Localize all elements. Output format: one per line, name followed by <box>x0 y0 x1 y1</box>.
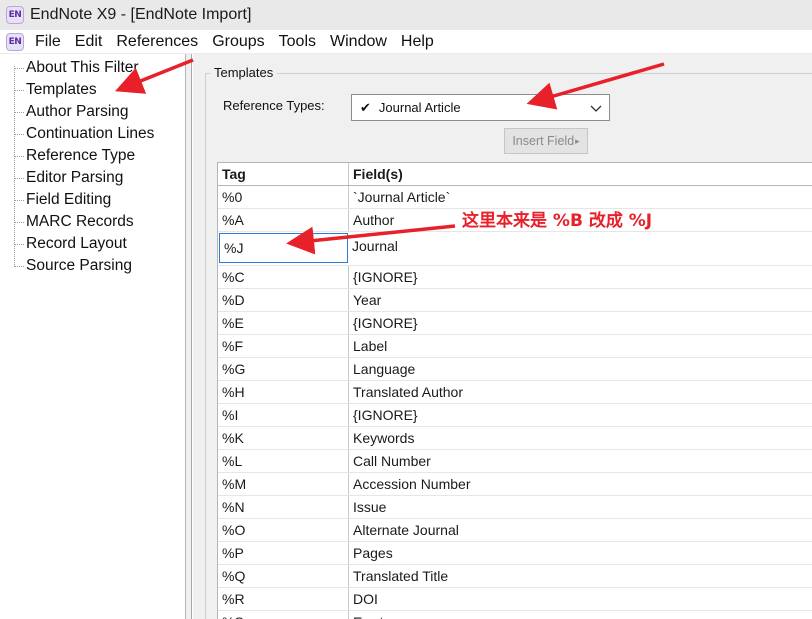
insert-field-arrow-icon: ▸ <box>575 135 580 146</box>
column-header-tag[interactable]: Tag <box>218 163 349 185</box>
tree-item-templates[interactable]: Templates <box>14 79 97 101</box>
table-row-editing: %J Journal <box>218 232 812 266</box>
tag-cell[interactable]: %I <box>218 404 349 426</box>
table-row: %M Accession Number <box>218 473 812 496</box>
table-row: %Q Translated Title <box>218 565 812 588</box>
annotation-note: 这里本来是 %B 改成 %J <box>462 211 653 231</box>
table-row: %E {IGNORE} <box>218 312 812 335</box>
tag-cell[interactable]: %O <box>218 519 349 541</box>
insert-field-button[interactable]: Insert Field ▸ <box>504 128 588 154</box>
field-cell[interactable]: Errata <box>349 611 812 619</box>
table-row: %D Year <box>218 289 812 312</box>
tree-item-continuation-lines[interactable]: Continuation Lines <box>14 123 154 145</box>
tag-cell[interactable]: %F <box>218 335 349 357</box>
field-cell[interactable]: Accession Number <box>349 473 812 495</box>
menu-file[interactable]: File <box>28 33 68 51</box>
endnote-menu-icon[interactable]: EN <box>6 32 24 51</box>
field-cell[interactable]: {IGNORE} <box>349 404 812 426</box>
grid-header: Tag Field(s) <box>218 163 812 186</box>
table-row: %G Language <box>218 358 812 381</box>
menu-window[interactable]: Window <box>323 33 394 51</box>
menu-edit[interactable]: Edit <box>68 33 110 51</box>
menu-groups[interactable]: Groups <box>205 33 271 51</box>
field-cell[interactable]: Translated Title <box>349 565 812 587</box>
tree-item-field-editing[interactable]: Field Editing <box>14 189 111 211</box>
tree-item-reference-type[interactable]: Reference Type <box>14 145 135 167</box>
table-row: %L Call Number <box>218 450 812 473</box>
field-cell[interactable]: Language <box>349 358 812 380</box>
menu-references[interactable]: References <box>109 33 205 51</box>
filter-section-tree: About This Filter Templates Author Parsi… <box>0 54 186 619</box>
tree-item-record-layout[interactable]: Record Layout <box>14 233 127 255</box>
checkmark-icon: ✔ <box>360 99 371 115</box>
reference-types-label: Reference Types: <box>223 98 325 113</box>
tree-item-source-parsing[interactable]: Source Parsing <box>14 255 132 277</box>
field-cell[interactable]: `Journal Article` <box>349 186 812 208</box>
endnote-app-icon: EN <box>6 6 24 24</box>
tag-cell[interactable]: %G <box>218 358 349 380</box>
tag-cell[interactable]: %M <box>218 473 349 495</box>
tag-cell[interactable]: %0 <box>218 186 349 208</box>
column-header-fields[interactable]: Field(s) <box>349 163 812 185</box>
tag-cell-edit-box[interactable]: %J <box>219 233 348 263</box>
tag-cell[interactable]: %L <box>218 450 349 472</box>
tag-cell[interactable]: %E <box>218 312 349 334</box>
table-row: %F Label <box>218 335 812 358</box>
field-cell[interactable]: Alternate Journal <box>349 519 812 541</box>
field-cell[interactable]: Year <box>349 289 812 311</box>
field-cell[interactable]: Issue <box>349 496 812 518</box>
field-cell[interactable]: {IGNORE} <box>349 312 812 334</box>
table-row: %O Alternate Journal <box>218 519 812 542</box>
tree-item-about-this-filter[interactable]: About This Filter <box>14 57 139 79</box>
menu-help[interactable]: Help <box>394 33 441 51</box>
field-cell[interactable]: Journal <box>348 232 812 265</box>
field-cell[interactable]: {IGNORE} <box>349 266 812 288</box>
tree-item-author-parsing[interactable]: Author Parsing <box>14 101 129 123</box>
pane-splitter[interactable] <box>186 54 192 619</box>
table-row: %R DOI <box>218 588 812 611</box>
table-row: %I {IGNORE} <box>218 404 812 427</box>
field-cell[interactable]: Translated Author <box>349 381 812 403</box>
field-cell[interactable]: DOI <box>349 588 812 610</box>
window-title: EndNote X9 - [EndNote Import] <box>30 6 252 23</box>
field-cell[interactable]: Pages <box>349 542 812 564</box>
insert-field-label: Insert Field <box>512 134 575 148</box>
tag-cell[interactable]: %A <box>218 209 349 231</box>
table-row: %K Keywords <box>218 427 812 450</box>
chevron-down-icon <box>590 105 602 112</box>
field-cell[interactable]: Keywords <box>349 427 812 449</box>
tag-cell[interactable]: %K <box>218 427 349 449</box>
tag-cell[interactable]: %N <box>218 496 349 518</box>
tag-cell[interactable]: %P <box>218 542 349 564</box>
field-cell[interactable]: Label <box>349 335 812 357</box>
table-row: %SErrata <box>218 611 812 619</box>
table-row: %N Issue <box>218 496 812 519</box>
menu-bar: EN File Edit References Groups Tools Win… <box>0 30 812 54</box>
table-row: %H Translated Author <box>218 381 812 404</box>
tree-item-editor-parsing[interactable]: Editor Parsing <box>14 167 123 189</box>
tag-cell[interactable]: %R <box>218 588 349 610</box>
tag-cell[interactable]: %D <box>218 289 349 311</box>
table-row: %P Pages <box>218 542 812 565</box>
tag-cell[interactable]: %Q <box>218 565 349 587</box>
title-bar: EN EndNote X9 - [EndNote Import] <box>0 0 812 30</box>
menu-tools[interactable]: Tools <box>272 33 323 51</box>
reference-type-dropdown[interactable]: ✔ Journal Article <box>351 94 610 121</box>
tag-cell[interactable]: %S <box>218 611 349 619</box>
tag-cell[interactable]: %C <box>218 266 349 288</box>
reference-type-value: Journal Article <box>378 100 461 115</box>
tag-cell[interactable]: %H <box>218 381 349 403</box>
field-cell[interactable]: Call Number <box>349 450 812 472</box>
tree-item-marc-records[interactable]: MARC Records <box>14 211 134 233</box>
templates-group-title: Templates <box>210 65 278 80</box>
table-row: %C {IGNORE} <box>218 266 812 289</box>
